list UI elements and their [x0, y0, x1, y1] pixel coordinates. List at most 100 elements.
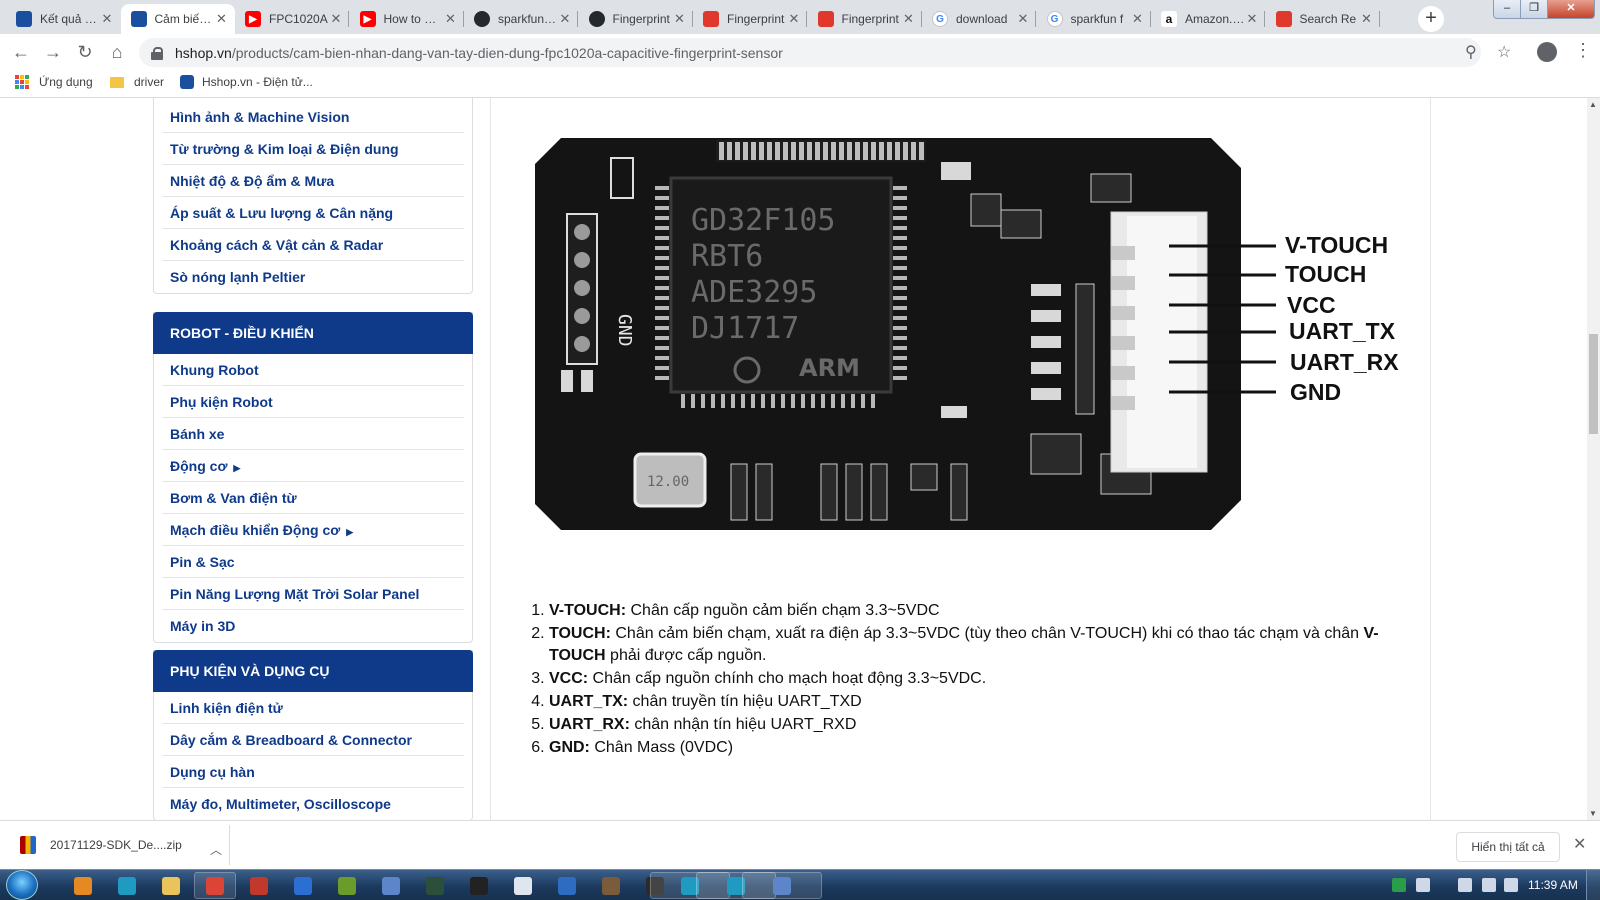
taskbar-button[interactable]	[282, 872, 324, 899]
volume-icon[interactable]	[1416, 878, 1430, 892]
network-icon[interactable]	[1458, 878, 1472, 892]
zoom-magnifier-icon[interactable]: ⚲	[1465, 42, 1477, 62]
pin-label-touch: TOUCH	[1285, 261, 1367, 287]
tab-close-icon[interactable]: ✕	[673, 11, 687, 27]
taskbar-button[interactable]	[106, 872, 148, 899]
taskbar-button[interactable]	[546, 872, 588, 899]
browser-tab[interactable]: Cảm biến nhận dạng✕	[120, 4, 235, 34]
maximize-button[interactable]: ❐	[1521, 0, 1548, 18]
show-all-downloads-button[interactable]: Hiển thị tất cả	[1456, 832, 1560, 862]
bookmark-hshop[interactable]: Hshop.vn - Điện tử...	[180, 75, 313, 89]
tab-close-icon[interactable]: ✕	[1360, 11, 1374, 27]
sidebar-link[interactable]: Bánh xe	[162, 418, 464, 450]
tab-close-icon[interactable]: ✕	[1245, 11, 1259, 27]
menu-kebab-icon[interactable]: ⋮	[1574, 40, 1592, 61]
taskbar-button[interactable]	[742, 872, 822, 899]
tab-close-icon[interactable]: ✕	[444, 11, 458, 27]
taskbar-button[interactable]	[370, 872, 412, 899]
taskbar-button[interactable]	[326, 872, 368, 899]
taskbar-button[interactable]	[414, 872, 456, 899]
browser-tab[interactable]: sparkfun/Fingerprint✕	[464, 4, 578, 34]
tab-close-icon[interactable]: ✕	[1016, 11, 1030, 27]
browser-tab[interactable]: Fingerprint ✕	[579, 4, 693, 34]
sidebar-link[interactable]: Mạch điều khiển Động cơ ▶	[162, 514, 464, 546]
sidebar-link[interactable]: Máy in 3D	[162, 610, 464, 642]
new-tab-button[interactable]: +	[1418, 6, 1444, 32]
sidebar-link[interactable]: Linh kiện điện tử	[162, 692, 464, 724]
close-window-button[interactable]: ✕	[1548, 0, 1594, 18]
sidebar-link[interactable]: Dây cắm & Breadboard & Connector	[162, 724, 464, 756]
tab-title: Fingerprint	[841, 12, 899, 26]
sidebar-link[interactable]: Dụng cụ hàn	[162, 756, 464, 788]
sidebar-link[interactable]: Khung Robot	[162, 354, 464, 386]
chevron-up-icon[interactable]: ︿	[210, 841, 222, 858]
tab-close-icon[interactable]: ✕	[787, 11, 801, 27]
sidebar-link[interactable]: Động cơ ▶	[162, 450, 464, 482]
sidebar-link[interactable]: Hình ảnh & Machine Vision	[162, 101, 464, 133]
chip-marking-line3: ADE3295	[691, 275, 817, 310]
scroll-down-icon[interactable]: ▼	[1589, 809, 1597, 818]
address-bar[interactable]: hshop.vn/products/cam-bien-nhan-dang-van…	[139, 38, 1481, 67]
browser-tab[interactable]: Gdownload ✕	[922, 4, 1036, 34]
tab-close-icon[interactable]: ✕	[902, 11, 916, 27]
taskbar-button[interactable]	[194, 872, 236, 899]
bookmark-apps[interactable]: Ứng dụng	[15, 75, 93, 89]
apps-grid-icon	[15, 75, 29, 89]
scroll-up-icon[interactable]: ▲	[1589, 100, 1597, 109]
tab-close-icon[interactable]: ✕	[100, 11, 114, 27]
bookmark-driver[interactable]: driver	[110, 75, 164, 89]
browser-tab[interactable]: Fingerprint ✕	[693, 4, 807, 34]
browser-tab[interactable]: Search Re ✕	[1266, 4, 1380, 34]
bookmark-star-icon[interactable]: ☆	[1497, 42, 1511, 62]
tab-close-icon[interactable]: ✕	[329, 11, 343, 27]
browser-tab[interactable]: Fingerprint ✕	[808, 4, 922, 34]
browser-tab[interactable]: ▶ How to Use ✕	[350, 4, 464, 34]
taskbar-button[interactable]	[62, 872, 104, 899]
pin-description-item: GND: Chân Mass (0VDC)	[549, 737, 1399, 759]
sidebar-link[interactable]: Pin Năng Lượng Mặt Trời Solar Panel	[162, 578, 464, 610]
sidebar-link[interactable]: Phụ kiện Robot	[162, 386, 464, 418]
home-icon[interactable]: ⌂	[105, 41, 129, 65]
speaker-icon[interactable]	[1504, 878, 1518, 892]
app-icon	[602, 876, 620, 895]
download-item[interactable]: 20171129-SDK_De....zip ︿	[10, 825, 230, 865]
taskbar-clock[interactable]: 11:39 AM	[1528, 878, 1578, 892]
sidebar-link[interactable]: Pin & Sạc	[162, 546, 464, 578]
close-icon[interactable]: ✕	[1573, 834, 1586, 854]
sidebar-link[interactable]: Khoảng cách & Vật cản & Radar	[162, 229, 464, 261]
tray-app-icon[interactable]	[1392, 878, 1406, 892]
sidebar-link[interactable]: Nhiệt độ & Độ ẩm & Mưa	[162, 165, 464, 197]
scrollbar-thumb[interactable]	[1589, 334, 1598, 434]
tab-close-icon[interactable]: ✕	[215, 11, 229, 27]
browser-tab[interactable]: Gsparkfun f ✕	[1037, 4, 1151, 34]
taskbar-button[interactable]	[458, 872, 500, 899]
sidebar-link[interactable]: Bơm & Van điện từ	[162, 482, 464, 514]
reload-icon[interactable]: ↻	[73, 41, 97, 65]
taskbar-button[interactable]	[150, 872, 192, 899]
sidebar-link[interactable]: Từ trường & Kim loại & Điện dung	[162, 133, 464, 165]
sidebar-link[interactable]: Máy đo, Multimeter, Oscilloscope	[162, 788, 464, 820]
sidebar-link[interactable]: Sò nóng lạnh Peltier	[162, 261, 464, 293]
flag-icon[interactable]	[1482, 878, 1496, 892]
start-button[interactable]	[6, 870, 38, 900]
page-scrollbar[interactable]: ▲ ▼	[1587, 98, 1600, 820]
profile-avatar-icon[interactable]	[1537, 42, 1557, 62]
taskbar-button[interactable]	[590, 872, 632, 899]
browser-tab[interactable]: ▶ FPC1020A ✕	[235, 4, 349, 34]
hshop-favicon-icon	[180, 75, 194, 89]
back-arrow-icon[interactable]: ←	[9, 41, 33, 65]
chip-marking-line4: DJ1717	[691, 311, 799, 346]
taskbar-button[interactable]	[502, 872, 544, 899]
forward-arrow-icon[interactable]: →	[41, 41, 65, 65]
sidebar-header-robot: ROBOT - ĐIỀU KHIỂN	[153, 312, 473, 354]
sidebar-link-label: Từ trường & Kim loại & Điện dung	[170, 141, 399, 157]
sidebar-link[interactable]: Áp suất & Lưu lượng & Cân nặng	[162, 197, 464, 229]
minimize-button[interactable]: –	[1494, 0, 1521, 18]
taskbar-button[interactable]	[238, 872, 280, 899]
browser-tab[interactable]: a Amazon.com✕	[1151, 4, 1265, 34]
tab-close-icon[interactable]: ✕	[558, 11, 572, 27]
tab-title: Amazon.com	[1185, 12, 1245, 26]
tab-close-icon[interactable]: ✕	[1131, 11, 1145, 27]
browser-tab[interactable]: Kết quả tìm kiếm✕	[6, 4, 120, 34]
show-desktop-button[interactable]	[1586, 870, 1600, 900]
